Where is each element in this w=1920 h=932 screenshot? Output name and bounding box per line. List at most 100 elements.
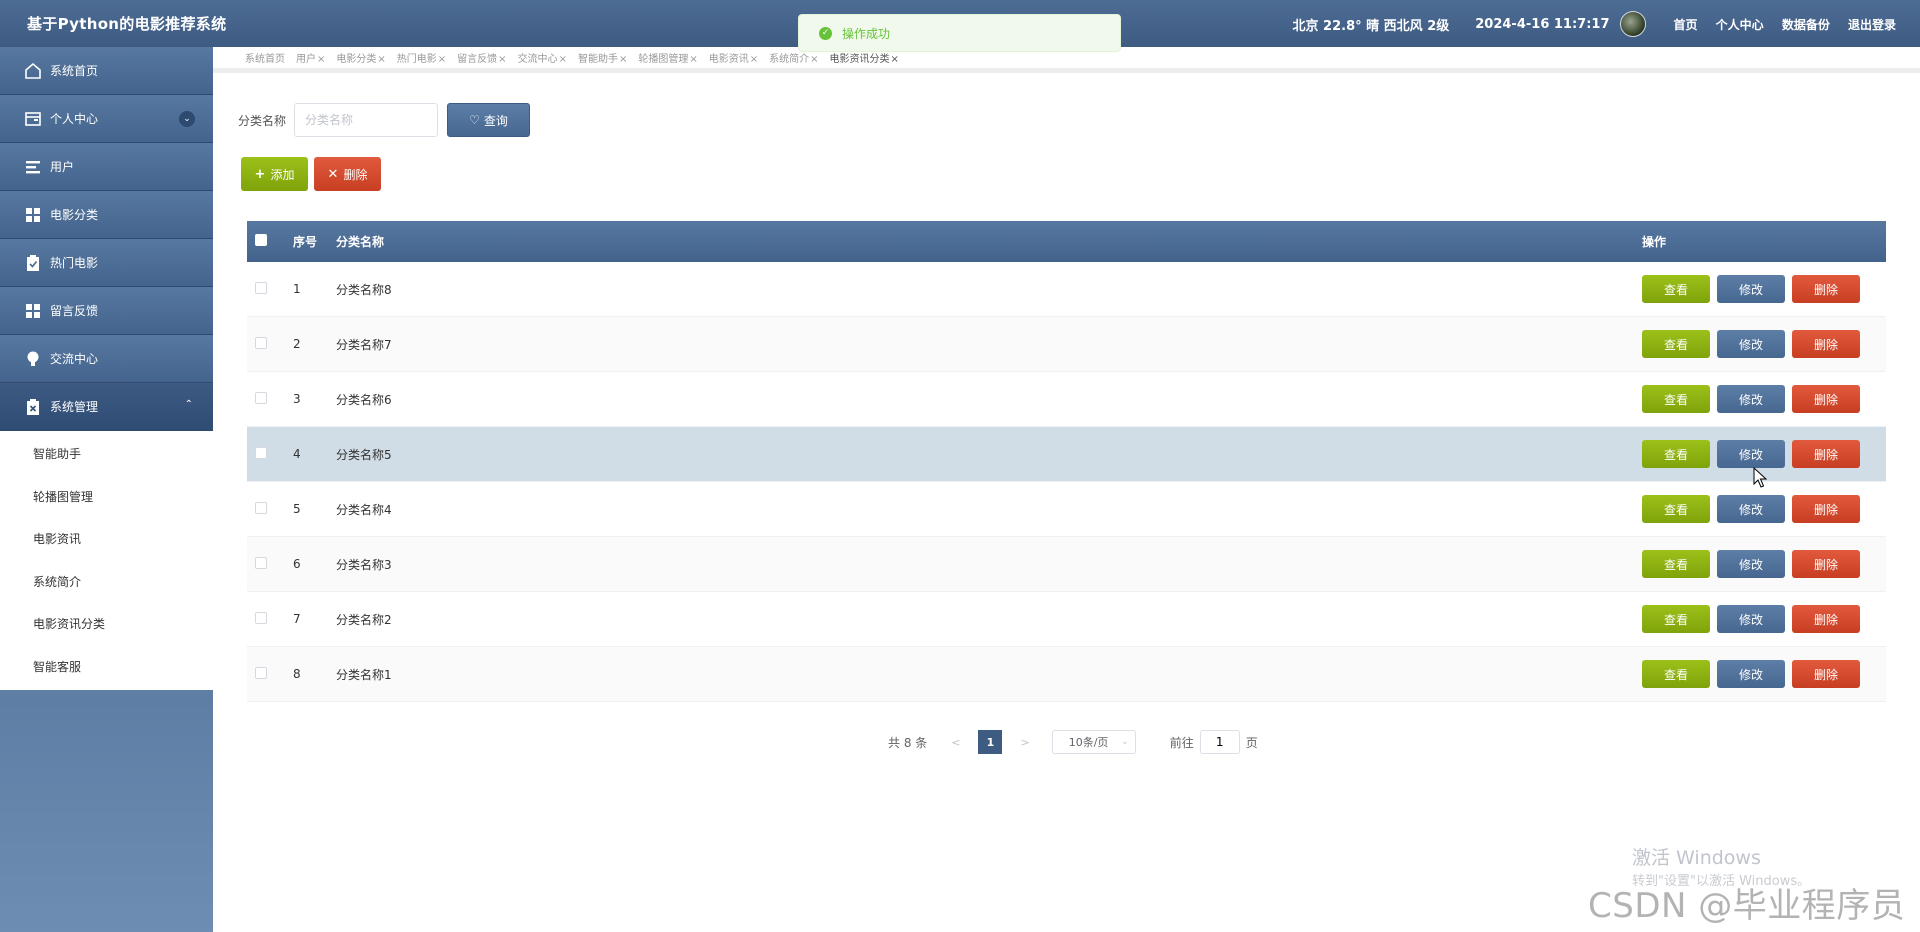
- row-checkbox[interactable]: [255, 336, 267, 349]
- view-button[interactable]: 查看: [1642, 330, 1710, 358]
- row-checkbox[interactable]: [255, 501, 267, 514]
- delete-button[interactable]: 删除: [1792, 660, 1860, 688]
- row-checkbox[interactable]: [255, 611, 267, 624]
- chevron-down-icon: ⌄: [1121, 737, 1129, 747]
- delete-button[interactable]: 删除: [1792, 605, 1860, 633]
- search-button-label: 查询: [483, 113, 508, 128]
- view-button[interactable]: 查看: [1642, 605, 1710, 633]
- nav-backup-link[interactable]: 数据备份: [1782, 18, 1830, 32]
- row-check-cell: [247, 281, 293, 297]
- select-all-checkbox[interactable]: [255, 234, 267, 246]
- nav-profile-link[interactable]: 个人中心: [1716, 18, 1764, 32]
- close-icon[interactable]: ×: [559, 54, 567, 65]
- chevron-up-icon[interactable]: ⌃: [185, 399, 193, 410]
- delete-button[interactable]: 删除: [1792, 550, 1860, 578]
- avatar[interactable]: [1619, 11, 1646, 37]
- table-row: 3 分类名称6 查看 修改 删除: [247, 372, 1886, 427]
- edit-button[interactable]: 修改: [1717, 550, 1785, 578]
- delete-button-label: 删除: [343, 167, 368, 182]
- sidebar-item-exchange[interactable]: 交流中心: [0, 335, 213, 383]
- row-ops: 查看 修改 删除: [1642, 550, 1886, 578]
- submenu-item-news[interactable]: 电影资讯: [0, 518, 213, 561]
- sidebar-item-label: 留言反馈: [50, 304, 99, 318]
- sidebar-item-label: 系统管理: [50, 400, 99, 414]
- sidebar-item-home[interactable]: 系统首页: [0, 47, 213, 95]
- batch-delete-button[interactable]: ✕ 删除: [314, 157, 381, 191]
- row-checkbox[interactable]: [255, 446, 267, 459]
- tab-movie-category[interactable]: 电影分类×: [336, 50, 385, 65]
- close-icon[interactable]: ×: [750, 54, 758, 65]
- tab-assistant[interactable]: 智能助手×: [578, 50, 627, 65]
- table-row: 7 分类名称2 查看 修改 删除: [247, 592, 1886, 647]
- toast-message: 操作成功: [842, 26, 891, 41]
- view-button[interactable]: 查看: [1642, 275, 1710, 303]
- row-checkbox[interactable]: [255, 391, 267, 404]
- delete-button[interactable]: 删除: [1792, 275, 1860, 303]
- edit-button[interactable]: 修改: [1717, 605, 1785, 633]
- view-button[interactable]: 查看: [1642, 385, 1710, 413]
- row-checkbox[interactable]: [255, 281, 267, 294]
- view-button[interactable]: 查看: [1642, 550, 1710, 578]
- edit-button[interactable]: 修改: [1717, 660, 1785, 688]
- activation-watermark: 激活 Windows: [1632, 847, 1761, 869]
- tab-news[interactable]: 电影资讯×: [709, 50, 758, 65]
- goto-page-input[interactable]: [1199, 730, 1240, 754]
- table-row: 4 分类名称5 查看 修改 删除: [247, 427, 1886, 482]
- row-checkbox[interactable]: [255, 666, 267, 679]
- submenu-item-assistant[interactable]: 智能助手: [0, 433, 213, 476]
- delete-button[interactable]: 删除: [1792, 440, 1860, 468]
- tab-home[interactable]: 系统首页: [245, 50, 285, 65]
- view-button[interactable]: 查看: [1642, 440, 1710, 468]
- tab-users[interactable]: 用户×: [296, 50, 325, 65]
- close-icon[interactable]: ×: [438, 54, 446, 65]
- tab-intro[interactable]: 系统简介×: [769, 50, 818, 65]
- nav-logout-link[interactable]: 退出登录: [1848, 18, 1896, 32]
- edit-button[interactable]: 修改: [1717, 275, 1785, 303]
- row-index: 4: [293, 447, 301, 461]
- close-icon[interactable]: ×: [891, 54, 899, 65]
- close-icon[interactable]: ×: [377, 54, 385, 65]
- sidebar-item-hot-movies[interactable]: 热门电影: [0, 239, 213, 287]
- row-checkbox[interactable]: [255, 556, 267, 569]
- close-icon[interactable]: ×: [689, 54, 697, 65]
- page-number[interactable]: 1: [978, 730, 1003, 754]
- close-icon[interactable]: ×: [317, 54, 325, 65]
- tab-carousel[interactable]: 轮播图管理×: [638, 50, 697, 65]
- sidebar-item-users[interactable]: 用户: [0, 143, 213, 191]
- tab-feedback[interactable]: 留言反馈×: [457, 50, 506, 65]
- submenu-item-news-category[interactable]: 电影资讯分类: [0, 603, 213, 646]
- nav-home-link[interactable]: 首页: [1674, 18, 1698, 32]
- view-button[interactable]: 查看: [1642, 660, 1710, 688]
- submenu-item-carousel[interactable]: 轮播图管理: [0, 476, 213, 519]
- prev-page-icon[interactable]: <: [951, 736, 960, 749]
- search-button[interactable]: ♡ 查询: [447, 103, 530, 137]
- close-icon[interactable]: ×: [498, 54, 506, 65]
- edit-button[interactable]: 修改: [1717, 440, 1785, 468]
- close-icon[interactable]: ×: [810, 54, 818, 65]
- row-name: 分类名称7: [336, 337, 392, 352]
- sidebar-item-profile[interactable]: 个人中心 ⌄: [0, 95, 213, 143]
- search-input[interactable]: [294, 103, 438, 137]
- close-icon[interactable]: ×: [619, 54, 627, 65]
- edit-button[interactable]: 修改: [1717, 385, 1785, 413]
- sidebar-item-system[interactable]: 系统管理 ⌃: [0, 383, 213, 431]
- tab-exchange[interactable]: 交流中心×: [518, 50, 567, 65]
- row-index: 3: [293, 392, 301, 406]
- chevron-down-icon[interactable]: ⌄: [179, 111, 195, 127]
- page-size-select[interactable]: 10条/页 ⌄: [1051, 730, 1136, 754]
- sidebar-item-feedback[interactable]: 留言反馈: [0, 287, 213, 335]
- submenu-item-intro[interactable]: 系统简介: [0, 561, 213, 604]
- view-button[interactable]: 查看: [1642, 495, 1710, 523]
- submenu-item-customer-service[interactable]: 智能客服: [0, 646, 213, 689]
- edit-button[interactable]: 修改: [1717, 495, 1785, 523]
- tab-news-category[interactable]: 电影资讯分类×: [830, 50, 899, 65]
- add-button[interactable]: + 添加: [241, 157, 308, 191]
- delete-button[interactable]: 删除: [1792, 330, 1860, 358]
- delete-button[interactable]: 删除: [1792, 495, 1860, 523]
- tab-hot-movies[interactable]: 热门电影×: [397, 50, 446, 65]
- table-body: 1 分类名称8 查看 修改 删除 2 分类名称7 查看 修改 删除 3 分类名称6 查看 修改 删除 4 分类名…: [247, 262, 1886, 702]
- sidebar-item-movie-category[interactable]: 电影分类: [0, 191, 213, 239]
- edit-button[interactable]: 修改: [1717, 330, 1785, 358]
- next-page-icon[interactable]: >: [1020, 736, 1029, 749]
- delete-button[interactable]: 删除: [1792, 385, 1860, 413]
